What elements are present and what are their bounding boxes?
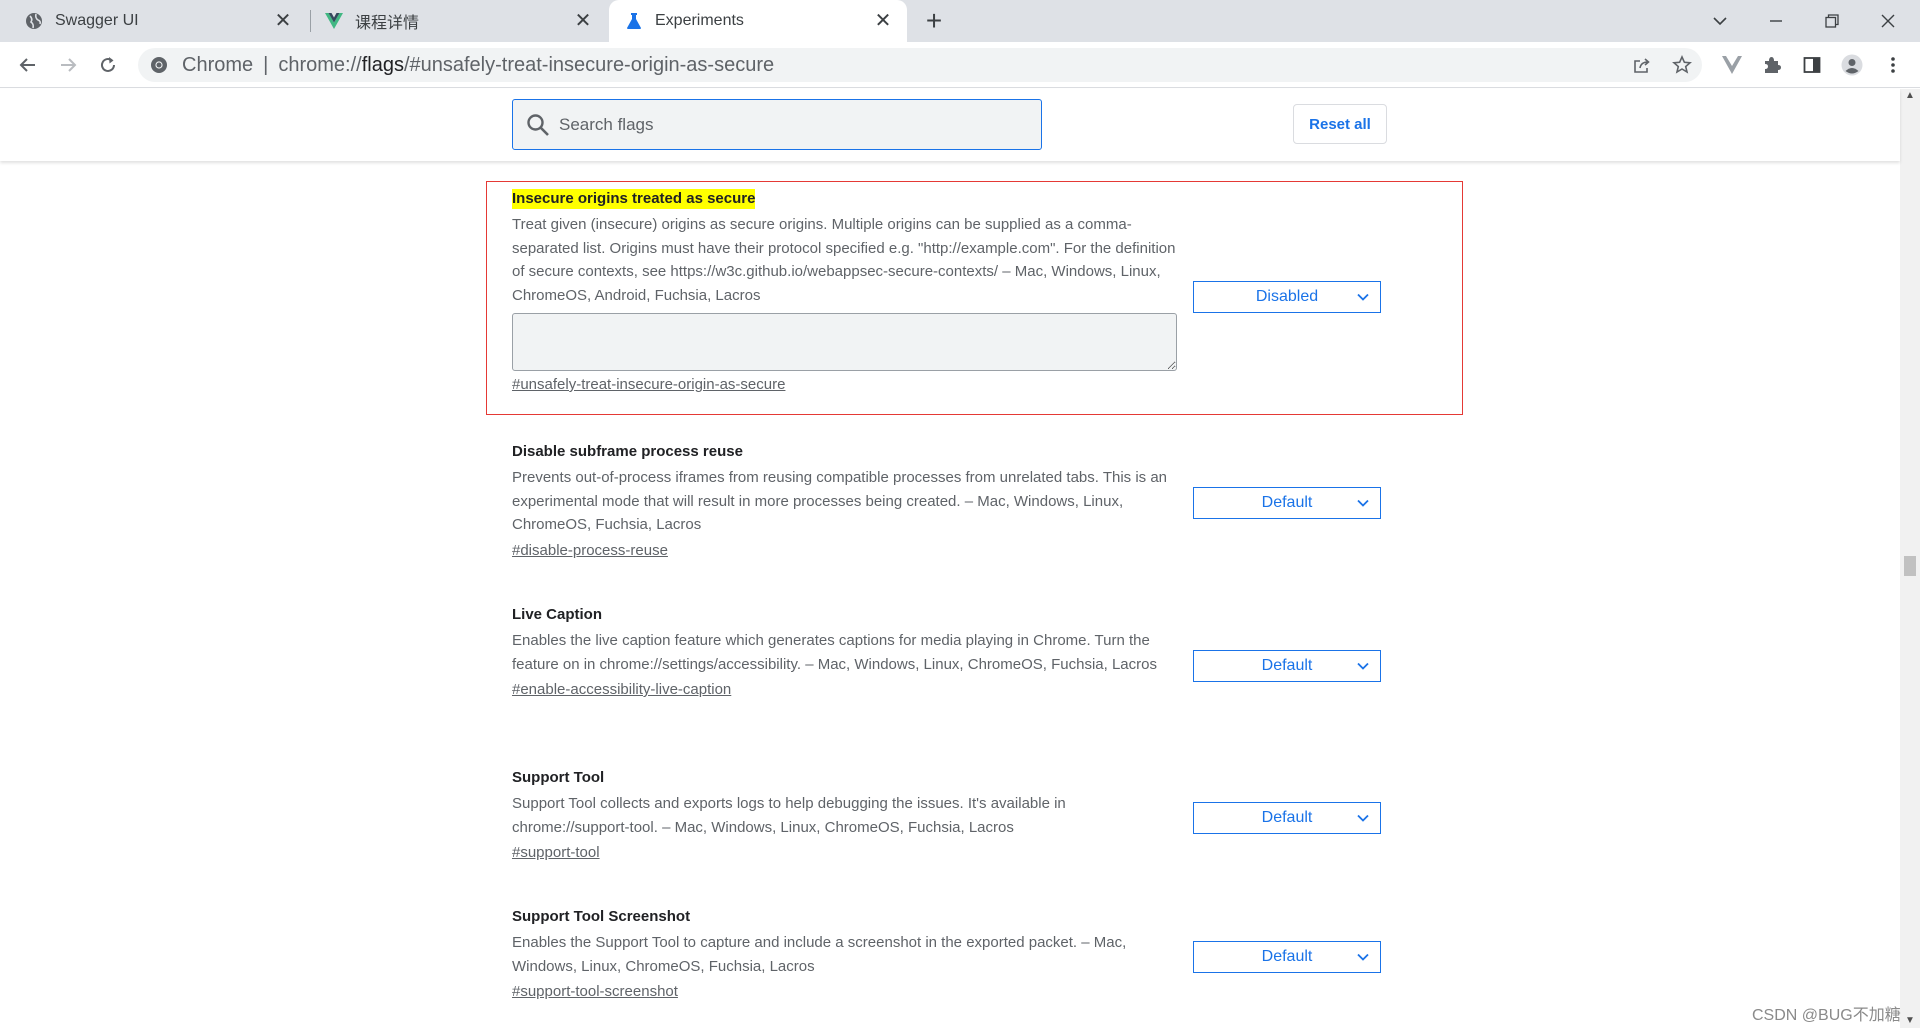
flag-title: Support Tool Screenshot — [512, 908, 691, 925]
tab-course-details[interactable]: 课程详情 ✕ — [311, 0, 607, 42]
select-value: Default — [1261, 494, 1313, 511]
flag-description: Prevents out-of-process iframes from reu… — [512, 469, 1168, 533]
origin-separator: | — [263, 53, 269, 76]
insecure-origins-textarea[interactable] — [512, 313, 1177, 371]
flag-state-select[interactable]: Default — [1193, 941, 1381, 973]
reload-icon — [101, 57, 115, 72]
flag-anchor-link[interactable]: #disable-process-reuse — [512, 541, 668, 561]
flag-description: Support Tool collects and exports logs t… — [512, 795, 1066, 836]
tab-title: Swagger UI — [55, 12, 139, 29]
chevron-down-icon — [1357, 293, 1369, 301]
flag-anchor-link[interactable]: #unsafely-treat-insecure-origin-as-secur… — [512, 375, 785, 395]
scroll-up-arrow-icon[interactable]: ▲ — [1905, 91, 1915, 101]
puzzle-extensions-icon[interactable] — [1761, 54, 1783, 76]
star-bookmark-icon[interactable] — [1672, 55, 1692, 75]
arrow-left-icon — [19, 58, 35, 72]
tab-close-icon[interactable]: ✕ — [573, 11, 593, 31]
arrow-right-icon — [61, 58, 77, 72]
flag-description: Enables the Support Tool to capture and … — [512, 934, 1127, 975]
tab-title: Experiments — [655, 12, 744, 29]
flags-list: Insecure origins treated as secure Treat… — [0, 161, 1900, 1028]
select-value: Default — [1261, 657, 1313, 674]
flag-insecure-origins: Insecure origins treated as secure Treat… — [512, 189, 1382, 395]
more-menu-icon[interactable] — [1882, 54, 1904, 76]
profile-avatar-icon[interactable] — [1841, 54, 1863, 76]
flag-live-caption: Live Caption Enables the live caption fe… — [512, 605, 1382, 700]
minimize-icon — [1770, 20, 1782, 22]
watermark: CSDN @BUG不加糖 — [1752, 1007, 1901, 1024]
select-value: Default — [1261, 948, 1313, 965]
close-window-button[interactable] — [1860, 0, 1916, 42]
restore-button[interactable] — [1804, 0, 1860, 42]
flag-description: Treat given (insecure) origins as secure… — [512, 216, 1176, 304]
flag-title: Insecure origins treated as secure — [512, 189, 756, 209]
search-icon — [527, 113, 549, 136]
flag-title: Support Tool — [512, 769, 605, 786]
search-box[interactable] — [512, 99, 1042, 150]
browser-toolbar: Chrome | chrome://flags/#unsafely-treat-… — [0, 42, 1920, 88]
url-text: chrome://flags/#unsafely-treat-insecure-… — [278, 53, 775, 76]
vue-devtools-extension-icon[interactable] — [1721, 54, 1743, 76]
flag-anchor-link[interactable]: #support-tool-screenshot — [512, 982, 678, 1002]
new-tab-button[interactable]: + — [921, 7, 947, 35]
flask-icon — [625, 12, 643, 30]
select-value: Disabled — [1255, 288, 1319, 305]
chrome-logo-icon — [151, 57, 167, 73]
flag-state-select[interactable]: Default — [1193, 650, 1381, 682]
minimize-button[interactable] — [1748, 0, 1804, 42]
share-icon[interactable] — [1632, 55, 1652, 75]
chevron-down-icon — [1713, 17, 1727, 26]
back-button[interactable] — [13, 50, 43, 80]
flag-support-tool: Support Tool Support Tool collects and e… — [512, 768, 1382, 863]
tab-search-button[interactable] — [1692, 0, 1748, 42]
select-value: Default — [1261, 809, 1313, 826]
close-icon — [1881, 14, 1895, 28]
globe-icon — [25, 12, 43, 30]
chevron-down-icon — [1357, 814, 1369, 822]
tab-experiments[interactable]: Experiments ✕ — [609, 0, 907, 42]
vue-logo-icon — [325, 12, 343, 30]
flag-disable-subframe-process-reuse: Disable subframe process reuse Prevents … — [512, 442, 1382, 561]
flag-anchor-link[interactable]: #enable-accessibility-live-caption — [512, 680, 731, 700]
tab-close-icon[interactable]: ✕ — [273, 11, 293, 31]
scrollbar-thumb[interactable] — [1904, 556, 1916, 576]
flags-header: Reset all — [0, 89, 1900, 161]
tab-close-icon[interactable]: ✕ — [873, 11, 893, 31]
flag-title: Disable subframe process reuse — [512, 443, 743, 460]
tab-strip: Swagger UI ✕ 课程详情 ✕ Experiments ✕ + — [0, 0, 1920, 42]
flag-description: Enables the live caption feature which g… — [512, 632, 1157, 673]
reset-all-button[interactable]: Reset all — [1293, 104, 1387, 144]
origin-label: Chrome — [182, 53, 254, 76]
flag-title: Live Caption — [512, 606, 603, 623]
forward-button[interactable] — [53, 50, 83, 80]
chevron-down-icon — [1357, 499, 1369, 507]
search-flags-input[interactable] — [559, 114, 1019, 135]
flag-support-tool-screenshot: Support Tool Screenshot Enables the Supp… — [512, 907, 1382, 1002]
chevron-down-icon — [1357, 953, 1369, 961]
address-bar[interactable]: Chrome | chrome://flags/#unsafely-treat-… — [138, 48, 1702, 82]
restore-icon — [1825, 14, 1839, 28]
tab-title: 课程详情 — [355, 15, 420, 32]
chevron-down-icon — [1357, 662, 1369, 670]
flag-state-select[interactable]: Default — [1193, 487, 1381, 519]
flag-anchor-link[interactable]: #support-tool — [512, 843, 600, 863]
flag-state-select[interactable]: Default — [1193, 802, 1381, 834]
page-scrollbar[interactable]: ▲ ▼ — [1900, 89, 1920, 1028]
reload-button[interactable] — [93, 50, 123, 80]
tab-swagger-ui[interactable]: Swagger UI ✕ — [0, 0, 307, 42]
side-panel-icon[interactable] — [1801, 54, 1823, 76]
flag-state-select[interactable]: Disabled — [1193, 281, 1381, 313]
scroll-down-arrow-icon[interactable]: ▼ — [1905, 1016, 1915, 1026]
